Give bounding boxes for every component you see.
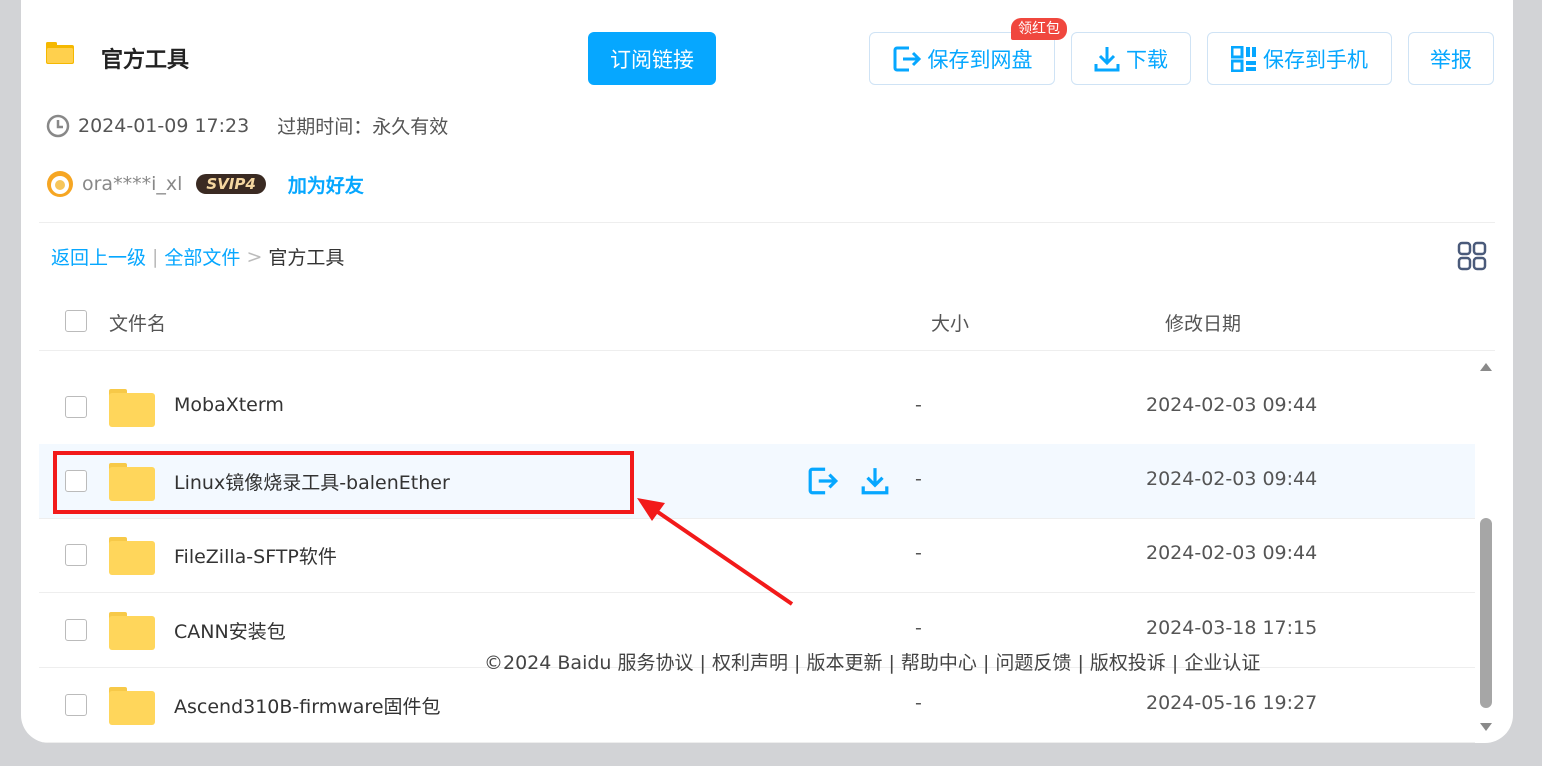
divider xyxy=(39,222,1495,223)
table-header: 文件名 大小 修改日期 xyxy=(39,292,1495,351)
avatar[interactable] xyxy=(46,170,74,198)
column-filename[interactable]: 文件名 xyxy=(109,309,166,336)
breadcrumb-current: 官方工具 xyxy=(268,247,345,269)
report-button[interactable]: 举报 xyxy=(1408,32,1494,85)
folder-icon xyxy=(109,612,155,650)
red-packet-badge[interactable]: 领红包 xyxy=(1011,18,1067,40)
save-to-phone-label: 保存到手机 xyxy=(1263,47,1368,72)
folder-icon xyxy=(109,389,155,427)
table-row[interactable]: MobaXterm - 2024-02-03 09:44 xyxy=(39,370,1475,445)
scrollbar-thumb[interactable] xyxy=(1480,518,1492,708)
sharer-info: ora****i_xl SVIP4 加为好友 xyxy=(46,170,364,198)
scroll-up-arrow-icon[interactable] xyxy=(1479,362,1493,372)
folder-icon xyxy=(46,42,74,64)
breadcrumb-all-files[interactable]: 全部文件 xyxy=(164,243,240,270)
file-date: 2024-05-16 19:27 xyxy=(1146,692,1318,714)
file-date: 2024-03-18 17:15 xyxy=(1146,617,1318,639)
breadcrumb: 返回上一级 | 全部文件 > 官方工具 xyxy=(51,243,344,270)
file-date: 2024-02-03 09:44 xyxy=(1146,394,1318,416)
svip-badge: SVIP4 xyxy=(196,174,266,194)
folder-icon xyxy=(109,537,155,575)
table-row[interactable]: Ascend310B-firmware固件包 - 2024-05-16 19:2… xyxy=(39,668,1475,743)
file-size: - xyxy=(915,394,922,416)
clock-icon xyxy=(46,114,70,137)
breadcrumb-separator: > xyxy=(246,245,263,268)
file-size: - xyxy=(915,692,922,714)
row-checkbox[interactable] xyxy=(65,694,87,716)
file-size: - xyxy=(915,542,922,564)
file-name[interactable]: CANN安装包 xyxy=(174,617,286,644)
file-name[interactable]: Ascend310B-firmware固件包 xyxy=(174,692,441,719)
file-size: - xyxy=(915,468,922,490)
add-friend-link[interactable]: 加为好友 xyxy=(288,171,364,198)
scroll-down-arrow-icon[interactable] xyxy=(1479,722,1493,732)
column-size[interactable]: 大小 xyxy=(931,309,969,336)
share-meta: 2024-01-09 17:23 过期时间：永久有效 xyxy=(46,112,448,139)
file-size: - xyxy=(915,617,922,639)
share-page-card: 官方工具 订阅链接 保存到网盘 领红包 下载 保存到手机 举报 2024-01-… xyxy=(21,0,1513,743)
subscribe-button[interactable]: 订阅链接 xyxy=(588,32,716,85)
download-icon[interactable] xyxy=(861,466,889,496)
expire-info: 过期时间：永久有效 xyxy=(277,116,449,138)
breadcrumb-divider: | xyxy=(152,245,159,268)
qrcode-icon xyxy=(1231,45,1256,72)
download-label: 下载 xyxy=(1126,47,1168,72)
row-actions xyxy=(807,466,889,496)
table-row[interactable]: FileZilla-SFTP软件 - 2024-02-03 09:44 xyxy=(39,518,1475,593)
download-icon xyxy=(1094,46,1120,71)
annotation-highlight-box xyxy=(53,451,634,514)
grid-view-icon[interactable] xyxy=(1457,241,1487,271)
folder-icon xyxy=(109,687,155,725)
page-title: 官方工具 xyxy=(101,48,190,73)
row-checkbox[interactable] xyxy=(65,619,87,641)
save-label: 保存到网盘 xyxy=(927,47,1033,72)
column-date[interactable]: 修改日期 xyxy=(1165,309,1241,336)
save-icon[interactable] xyxy=(807,466,839,496)
file-name[interactable]: MobaXterm xyxy=(174,394,284,416)
download-button[interactable]: 下载 xyxy=(1071,32,1191,85)
share-timestamp: 2024-01-09 17:23 xyxy=(78,114,250,137)
save-to-phone-button[interactable]: 保存到手机 xyxy=(1207,32,1392,85)
file-date: 2024-02-03 09:44 xyxy=(1146,468,1318,490)
footer-links[interactable]: ©2024 Baidu 服务协议 | 权利声明 | 版本更新 | 帮助中心 | … xyxy=(484,648,1260,675)
breadcrumb-back[interactable]: 返回上一级 xyxy=(51,243,146,270)
row-checkbox[interactable] xyxy=(65,544,87,566)
select-all-checkbox[interactable] xyxy=(65,310,87,332)
file-date: 2024-02-03 09:44 xyxy=(1146,542,1318,564)
row-checkbox[interactable] xyxy=(65,396,87,418)
sharer-name[interactable]: ora****i_xl xyxy=(82,173,182,195)
file-name[interactable]: FileZilla-SFTP软件 xyxy=(174,542,337,569)
save-icon xyxy=(893,46,921,71)
